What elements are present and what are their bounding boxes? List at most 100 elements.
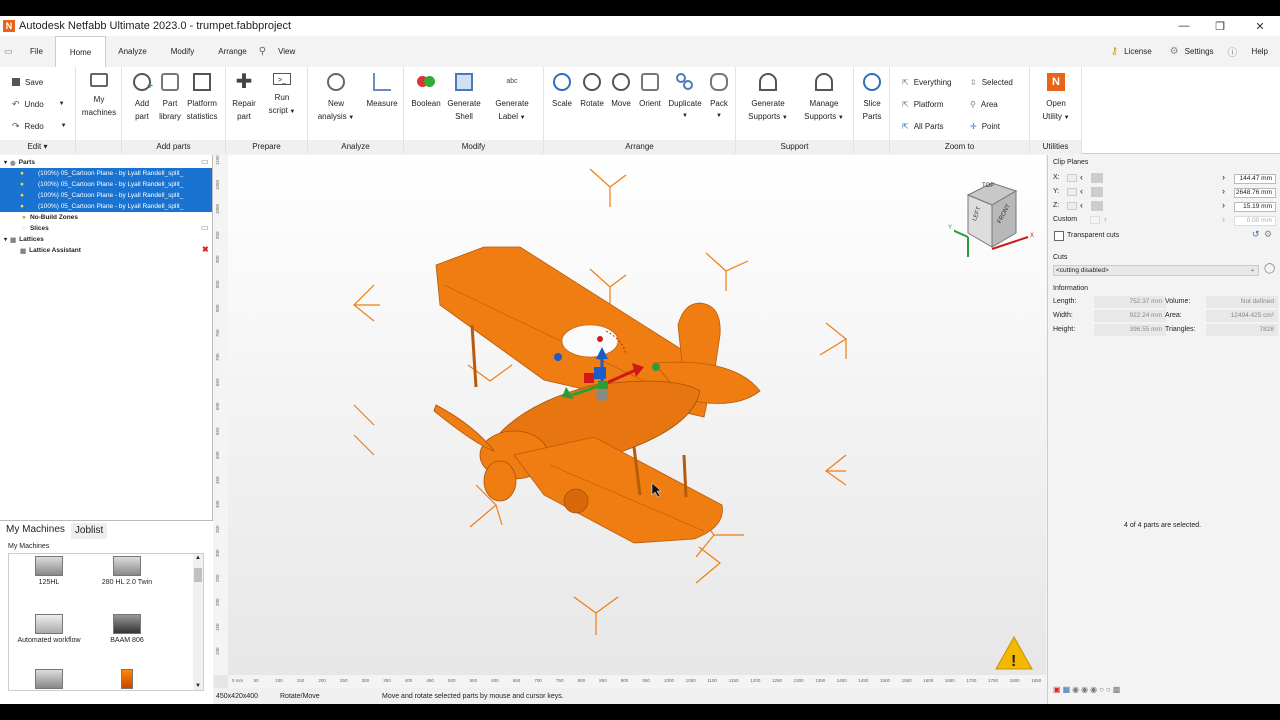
- my-machines-button[interactable]: My machines: [79, 73, 119, 119]
- clip-y-input[interactable]: 2648.76 mm: [1234, 188, 1276, 198]
- help-button[interactable]: Help: [1252, 47, 1268, 56]
- edit-group-label[interactable]: Edit ▾: [0, 140, 75, 154]
- zoom-platform-button[interactable]: ⇱ Platform: [902, 97, 944, 111]
- tab-my-machines[interactable]: My Machines: [0, 521, 71, 539]
- generate-shell-button[interactable]: Generate Shell: [444, 73, 484, 123]
- repair-part-button[interactable]: ✚ Repair part: [224, 72, 264, 123]
- tree-lattice-assistant-label: Lattice Assistant: [29, 247, 81, 254]
- bulb-icon: ●: [20, 170, 24, 177]
- tree-parts-node[interactable]: ▾ ◉ Parts: [4, 157, 35, 168]
- refresh-icon[interactable]: ◯: [1264, 263, 1275, 274]
- layer-icon[interactable]: ○: [1106, 685, 1111, 694]
- machine-item[interactable]: [9, 669, 89, 692]
- open-utility-button[interactable]: N Open Utility ▼: [1036, 73, 1076, 125]
- grid-icon[interactable]: ▦: [1063, 685, 1071, 694]
- pack-button[interactable]: Pack ▼: [699, 73, 739, 123]
- tab-joblist[interactable]: Joblist: [70, 523, 108, 539]
- zoom-point-button[interactable]: ✛ Point: [970, 119, 1000, 133]
- orient-button[interactable]: Orient: [630, 73, 670, 110]
- clip-custom-input[interactable]: 0.00 mm: [1234, 216, 1276, 226]
- view-cube[interactable]: TOP LEFT FRONT Y X: [948, 177, 1044, 259]
- clip-x-input[interactable]: 144.47 mm: [1234, 174, 1276, 184]
- axis-y-label: Y: [948, 225, 953, 231]
- new-analysis-button[interactable]: New analysis ▼: [316, 73, 356, 125]
- search-icon[interactable]: ⚲: [259, 46, 266, 57]
- generate-supports-label-2: Supports: [748, 112, 781, 121]
- tree-part-row[interactable]: ● (100%) 05_Cartoon Plane - by Lyall Rand…: [0, 179, 212, 190]
- tab-view[interactable]: View: [266, 36, 307, 66]
- gear-icon[interactable]: ⚙: [1264, 229, 1272, 240]
- machines-scrollbar[interactable]: ▲ ▼: [193, 554, 203, 690]
- 3d-viewport[interactable]: ! TOP LEFT FRONT Y X 0 mm 50 100 150 200 250 3…: [214, 155, 1046, 688]
- scrollbar-thumb[interactable]: [194, 568, 202, 582]
- tree-part-label: (100%) 05_Cartoon Plane - by Lyall Rande…: [37, 181, 184, 188]
- license-button[interactable]: License: [1124, 47, 1152, 56]
- tab-analyze[interactable]: Analyze: [106, 36, 158, 66]
- folder-icon[interactable]: ▭: [201, 223, 209, 232]
- slice-parts-button[interactable]: Slice Parts: [852, 73, 892, 123]
- boolean-button[interactable]: Boolean: [406, 73, 446, 110]
- parts-icon: ◉: [10, 159, 16, 167]
- machine-125hl[interactable]: 125HL: [9, 556, 89, 586]
- machine-280hl[interactable]: 280 HL 2.0 Twin: [87, 556, 167, 586]
- machine-automated-workflow[interactable]: Automated workflow: [9, 614, 89, 644]
- chevron-up-icon[interactable]: ▲: [195, 555, 201, 561]
- clip-z-input[interactable]: 15.19 mm: [1234, 202, 1276, 212]
- settings-button[interactable]: Settings: [1185, 47, 1214, 56]
- close-button[interactable]: ✕: [1240, 16, 1280, 36]
- support-group-label: Support: [736, 140, 853, 154]
- run-script-button[interactable]: >_ Run script ▼: [262, 73, 302, 119]
- save-button[interactable]: Save: [12, 75, 43, 89]
- remove-icon[interactable]: ✖: [202, 245, 209, 254]
- clip-y-slider[interactable]: ‹ ›: [1064, 186, 1234, 199]
- generate-label-button[interactable]: abc Generate Label ▼: [492, 73, 532, 125]
- tree-part-row[interactable]: ● (100%) 05_Cartoon Plane - by Lyall Rand…: [0, 201, 212, 212]
- clip-z-label: Z:: [1053, 202, 1060, 209]
- printer-icon[interactable]: ▩: [1113, 685, 1121, 694]
- redo-button[interactable]: ↷ Redo ▼: [12, 119, 67, 133]
- layer-icon[interactable]: ◉: [1081, 685, 1088, 694]
- warning-icon[interactable]: !: [995, 635, 1033, 670]
- ruler-tick-label: 350: [215, 524, 220, 533]
- clip-icon[interactable]: ▣: [1053, 685, 1061, 694]
- cuts-select[interactable]: <cutting disabled> ⌄: [1053, 265, 1259, 276]
- tree-part-row[interactable]: ● (100%) 05_Cartoon Plane - by Lyall Rand…: [0, 190, 212, 201]
- machine-item[interactable]: [87, 669, 167, 692]
- layer-icon[interactable]: ○: [1099, 685, 1104, 694]
- maximize-button[interactable]: ❐: [1200, 16, 1240, 36]
- clip-z-slider[interactable]: ‹ ›: [1064, 200, 1234, 213]
- tab-home[interactable]: Home: [54, 36, 107, 67]
- manage-supports-button[interactable]: Manage Supports ▼: [804, 73, 844, 125]
- zoom-selected-button[interactable]: ⇳ Selected: [970, 75, 1013, 89]
- zoom-point-label: Point: [981, 121, 1000, 131]
- tab-modify[interactable]: Modify: [159, 36, 207, 66]
- platform-statistics-button[interactable]: Platform statistics: [182, 73, 222, 123]
- clip-x-slider[interactable]: ‹ ›: [1064, 172, 1234, 185]
- ruler-tick-label: 1350: [815, 678, 826, 683]
- clip-custom-slider[interactable]: ‹ ›: [1088, 214, 1234, 227]
- tab-file[interactable]: File: [18, 36, 55, 66]
- tree-slices-node[interactable]: ○ Slices: [22, 223, 49, 234]
- reset-icon[interactable]: ↺: [1252, 229, 1260, 240]
- zoom-everything-button[interactable]: ⇱ Everything: [902, 75, 952, 89]
- measure-button[interactable]: Measure: [362, 73, 402, 110]
- tree-part-row[interactable]: ● (100%) 05_Cartoon Plane - by Lyall Rand…: [0, 168, 212, 179]
- generate-supports-button[interactable]: Generate Supports ▼: [748, 73, 788, 125]
- minimize-button[interactable]: —: [1164, 16, 1204, 36]
- undo-button[interactable]: ↶ Undo ▼: [12, 97, 65, 111]
- zoom-area-button[interactable]: ⚲ Area: [970, 97, 998, 111]
- layer-icon[interactable]: ◉: [1072, 685, 1079, 694]
- axis-x-label: X: [1030, 233, 1035, 239]
- folder-icon[interactable]: ▭: [201, 157, 209, 166]
- machine-baam-806[interactable]: BAAM 806: [87, 614, 167, 644]
- bulb-icon: ●: [20, 203, 24, 210]
- tab-arrange[interactable]: Arrange: [206, 36, 258, 66]
- tree-nobuild-node[interactable]: ● No-Build Zones: [22, 212, 78, 223]
- chevron-down-icon[interactable]: ▼: [195, 683, 201, 689]
- view-cube-top[interactable]: TOP: [982, 183, 994, 189]
- zoom-all-parts-button[interactable]: ⇱ All Parts: [902, 119, 944, 133]
- tree-lattices-node[interactable]: ▾ ▦ Lattices: [4, 234, 44, 245]
- layer-icon[interactable]: ◉: [1090, 685, 1097, 694]
- transparent-cuts-checkbox[interactable]: [1054, 231, 1064, 241]
- tree-lattice-assistant[interactable]: ▦ Lattice Assistant: [20, 245, 81, 256]
